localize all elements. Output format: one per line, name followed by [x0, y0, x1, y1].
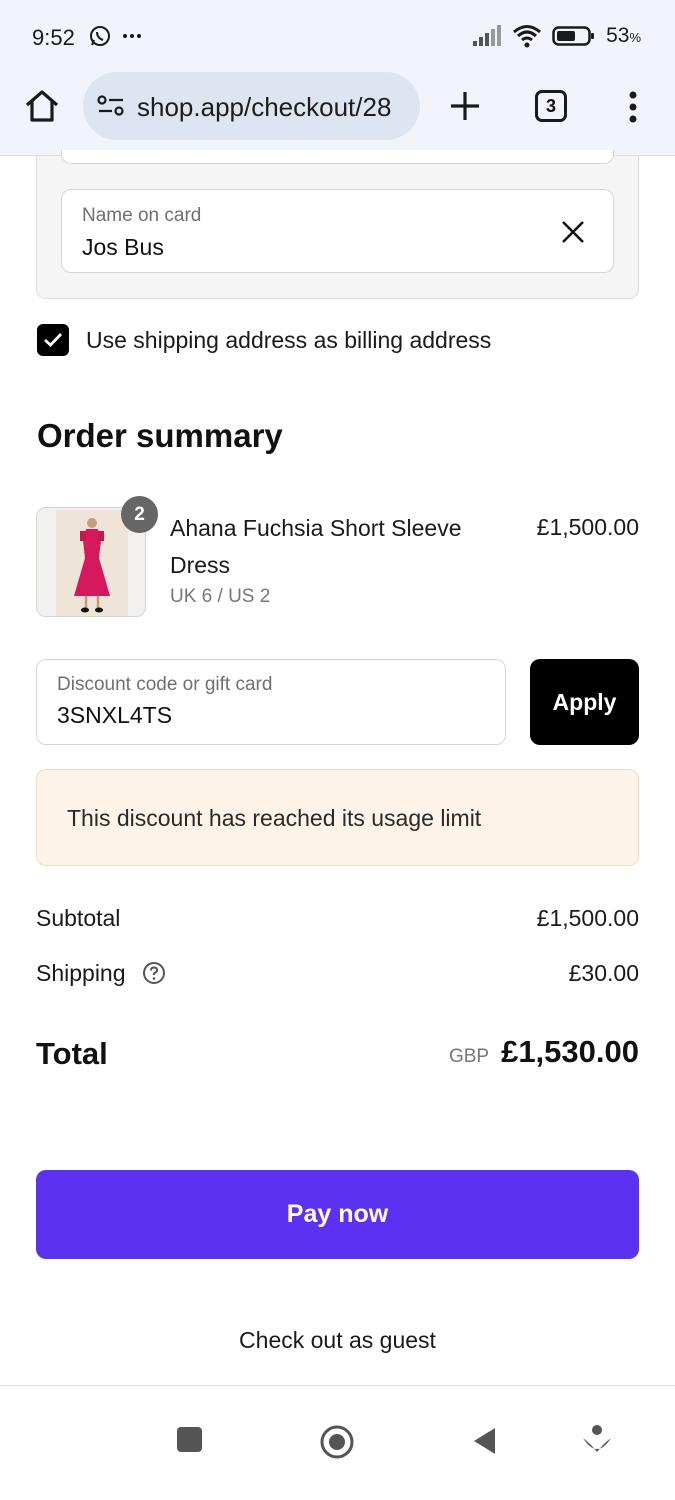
back-triangle-icon[interactable] — [471, 1426, 497, 1456]
shipping-label: Shipping — [36, 960, 126, 986]
recents-square-icon[interactable] — [176, 1426, 203, 1453]
discount-error-text: This discount has reached its usage limi… — [67, 805, 482, 831]
subtotal-value: £1,500.00 — [536, 905, 639, 931]
total-currency: GBP — [448, 1046, 490, 1067]
new-tab-plus-icon[interactable] — [449, 90, 481, 122]
product-variant: UK 6 / US 2 — [170, 586, 271, 607]
tabs-counter[interactable]: 3 — [535, 90, 567, 122]
total-value: £1,530.00 — [501, 1034, 639, 1069]
home-circle-icon[interactable] — [319, 1424, 355, 1460]
product-name: Ahana Fuchsia Short Sleeve Dress — [170, 515, 462, 578]
discount-code-input[interactable]: Discount code or gift card 3SNXL4TS — [36, 659, 506, 745]
name-on-card-field[interactable]: Name on card Jos Bus — [61, 189, 614, 273]
battery-level: 53% — [606, 24, 641, 47]
billing-address-option[interactable]: Use shipping address as billing address — [37, 324, 491, 356]
product-image — [74, 518, 110, 613]
billing-checkbox-label: Use shipping address as billing address — [86, 326, 492, 353]
order-summary-title: Order summary — [37, 417, 283, 454]
total-label: Total — [36, 1036, 108, 1071]
clear-icon[interactable] — [559, 218, 587, 246]
browser-toolbar: shop.app/checkout/28 3 — [0, 72, 675, 156]
shipping-value: £30.00 — [568, 960, 639, 986]
pay-now-button[interactable]: Pay now — [36, 1170, 639, 1259]
wifi-icon — [513, 25, 542, 48]
checkmark-icon — [44, 333, 63, 347]
name-on-card-value: Jos Bus — [82, 234, 164, 260]
site-settings-icon[interactable] — [97, 94, 125, 118]
discount-value: 3SNXL4TS — [57, 702, 173, 728]
address-bar[interactable]: shop.app/checkout/28 — [83, 72, 420, 140]
signal-icon — [473, 25, 502, 46]
total-amount: GBP £1,530.00 — [449, 1034, 639, 1070]
shipping-row: Shipping — [36, 960, 166, 987]
discount-error-alert: This discount has reached its usage limi… — [36, 769, 639, 866]
more-dots-icon — [123, 34, 141, 38]
assistant-icon[interactable] — [581, 1424, 613, 1458]
help-icon[interactable] — [142, 961, 166, 985]
previous-card-field[interactable] — [61, 150, 614, 164]
status-time: 9:52 — [32, 25, 75, 50]
home-icon[interactable] — [22, 86, 62, 126]
product-price: £1,500.00 — [536, 514, 639, 540]
checkout-as-guest-link[interactable]: Check out as guest — [0, 1327, 675, 1354]
subtotal-label: Subtotal — [36, 905, 121, 931]
discount-label: Discount code or gift card — [57, 674, 273, 695]
overflow-menu-icon[interactable] — [628, 91, 638, 123]
url-text: shop.app/checkout/28 — [137, 92, 392, 122]
whatsapp-icon — [90, 26, 110, 46]
system-nav-bar — [0, 1386, 675, 1500]
billing-checkbox[interactable] — [37, 324, 69, 356]
status-bar: 9:52 53% — [0, 0, 675, 72]
battery-icon — [552, 26, 595, 46]
name-on-card-label: Name on card — [82, 205, 202, 226]
quantity-badge: 2 — [121, 496, 158, 533]
apply-discount-button[interactable]: Apply — [530, 659, 639, 745]
